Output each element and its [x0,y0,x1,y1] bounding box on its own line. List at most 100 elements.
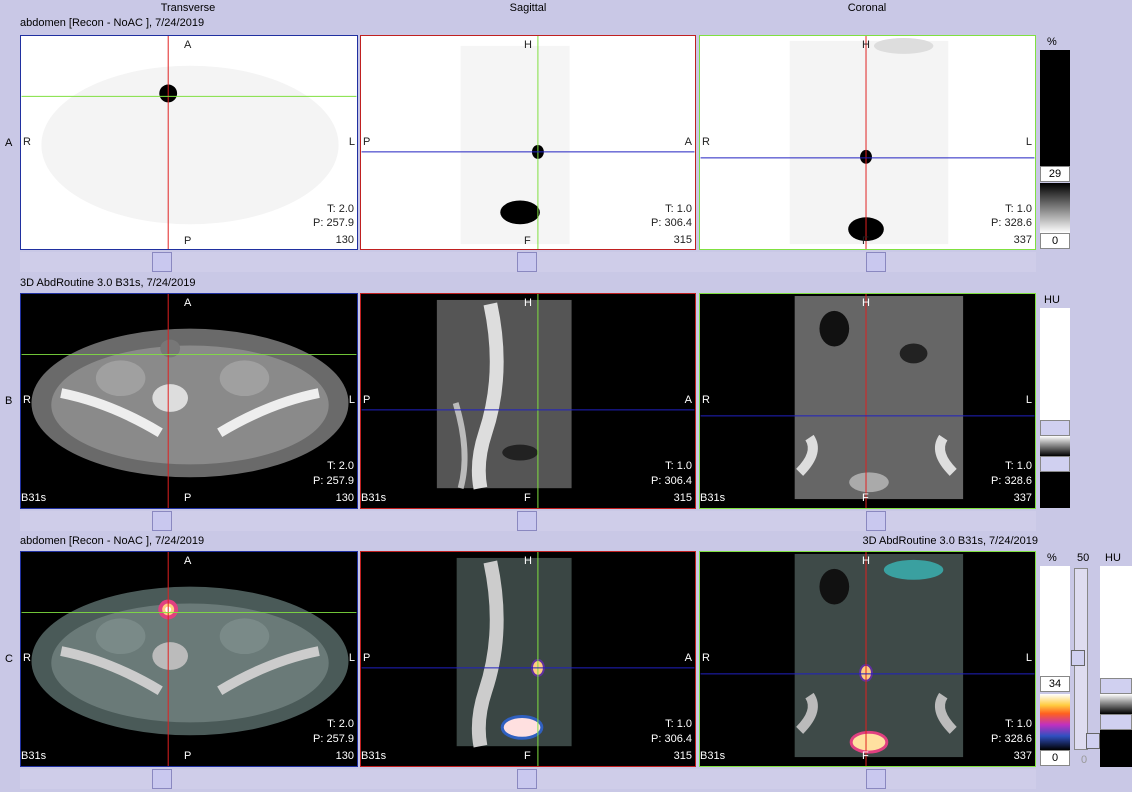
info-thickness: T: 2.0 [327,460,354,472]
orient-c-right: L [1025,652,1032,664]
slice-slider-coronal[interactable] [866,252,886,272]
orient-b-right: A [684,394,692,406]
info-slice: 315 [673,234,692,246]
pet-coronal-image [700,36,1035,249]
orient-c-right: L [1025,136,1032,148]
info-slice: 337 [1013,234,1032,246]
info-slice: 315 [673,750,692,762]
orient-a-right: L [348,136,355,148]
slice-slider-sagittal[interactable] [517,511,537,531]
info-thickness: T: 1.0 [665,203,692,215]
info-position: P: 328.6 [991,475,1032,487]
orient-c-bottom: F [862,750,869,762]
row-b-sagittal-viewport[interactable]: H F P A T: 1.0 P: 306.4 315 B31s [360,293,696,509]
orient-c-bottom: F [862,492,869,504]
info-thickness: T: 1.0 [1005,203,1032,215]
slice-slider-transverse[interactable] [152,511,172,531]
scale-c-pct-colorbar-top[interactable] [1040,566,1070,676]
slice-slider-sagittal[interactable] [517,252,537,272]
kernel-label: B31s [700,492,726,504]
row-c-label: C [5,653,13,665]
scale-c-pct-gradient[interactable] [1040,694,1070,750]
info-position: P: 257.9 [313,733,354,745]
orient-a-bottom: P [184,750,192,762]
fusion-blend-min: 0 [1081,754,1088,766]
slice-slider-transverse[interactable] [152,252,172,272]
slice-slider-coronal[interactable] [866,769,886,789]
orient-b-bottom: F [524,750,531,762]
scale-c-hu-gradient[interactable] [1100,694,1132,714]
kernel-label: B31s [21,492,47,504]
header-sagittal: Sagittal [509,2,547,14]
header-coronal: Coronal [847,2,887,14]
fusion-coronal-image [700,552,1035,766]
info-slice: 130 [335,492,354,504]
orient-a-left: R [23,136,31,148]
scale-b-gradient[interactable] [1040,436,1070,456]
slice-slider-transverse[interactable] [152,769,172,789]
orient-b-left: P [363,652,371,664]
info-position: P: 257.9 [313,217,354,229]
scale-b-upper-box[interactable] [1040,420,1070,436]
orient-b-bottom: F [524,492,531,504]
orient-c-left: R [702,394,710,406]
row-c-sagittal-viewport[interactable]: H F P A T: 1.0 P: 306.4 315 B31s [360,551,696,767]
info-slice: 130 [335,234,354,246]
info-position: P: 328.6 [991,733,1032,745]
orient-c-bottom: F [862,235,869,247]
row-c-coronal-viewport[interactable]: H F R L T: 1.0 P: 328.6 337 B31s [699,551,1036,767]
fusion-blend-handle[interactable] [1071,650,1085,666]
row-c-title-left: abdomen [Recon - NoAC ], 7/24/2019 [20,535,205,547]
scale-c-pct-max-value[interactable]: 34 [1040,676,1070,692]
scale-a-min-value[interactable]: 0 [1040,233,1070,249]
orient-a-left: R [23,394,31,406]
orient-b-top: H [524,297,532,309]
scale-c-hu-unit: HU [1105,552,1121,564]
scale-b-colorbar-top[interactable] [1040,308,1070,420]
kernel-label: B31s [361,750,387,762]
orient-c-left: R [702,652,710,664]
ct-sagittal-image [361,294,695,508]
info-thickness: T: 1.0 [665,718,692,730]
fusion-blend-handle-lower[interactable] [1086,733,1100,749]
slice-slider-coronal[interactable] [866,511,886,531]
info-slice: 315 [673,492,692,504]
orient-c-top: H [862,555,870,567]
row-c-transverse-viewport[interactable]: A P R L T: 2.0 P: 257.9 130 B31s [20,551,358,767]
info-slice: 337 [1013,492,1032,504]
orient-a-bottom: P [184,492,192,504]
scale-c-hu-lower-box[interactable] [1100,714,1132,730]
scale-c-hu-colorbar-bottom[interactable] [1100,730,1132,767]
kernel-label: B31s [361,492,387,504]
scale-a-colorbar[interactable] [1040,50,1070,166]
ct-coronal-image [700,294,1035,508]
info-thickness: T: 2.0 [327,203,354,215]
info-thickness: T: 2.0 [327,718,354,730]
scale-a-gradient[interactable] [1040,183,1070,233]
info-position: P: 328.6 [991,217,1032,229]
header-transverse: Transverse [160,2,216,14]
slice-slider-sagittal[interactable] [517,769,537,789]
info-slice: 130 [335,750,354,762]
row-b-coronal-viewport[interactable]: H F R L T: 1.0 P: 328.6 337 B31s [699,293,1036,509]
scale-b-colorbar-bottom[interactable] [1040,472,1070,508]
orient-c-top: H [862,39,870,51]
row-b-transverse-viewport[interactable]: A P R L T: 2.0 P: 257.9 130 B31s [20,293,358,509]
scale-c-pct-min-value[interactable]: 0 [1040,750,1070,766]
scale-b-lower-box[interactable] [1040,456,1070,472]
row-a-coronal-viewport[interactable]: H F R L T: 1.0 P: 328.6 337 [699,35,1036,250]
scale-c-hu-colorbar-top[interactable] [1100,566,1132,678]
scale-c-hu-upper-box[interactable] [1100,678,1132,694]
fusion-transverse-image [21,552,357,766]
row-a-transverse-viewport[interactable]: A P R L T: 2.0 P: 257.9 130 [20,35,358,250]
scale-c-pct-unit: % [1047,552,1057,564]
orient-c-top: H [862,297,870,309]
info-position: P: 257.9 [313,475,354,487]
row-a-title: abdomen [Recon - NoAC ], 7/24/2019 [20,17,205,29]
scale-a-max-value[interactable]: 29 [1040,166,1070,182]
orient-b-left: P [363,136,371,148]
row-a-sagittal-viewport[interactable]: H F P A T: 1.0 P: 306.4 315 [360,35,696,250]
orient-a-bottom: P [184,235,192,247]
ct-transverse-image [21,294,357,508]
kernel-label: B31s [700,750,726,762]
